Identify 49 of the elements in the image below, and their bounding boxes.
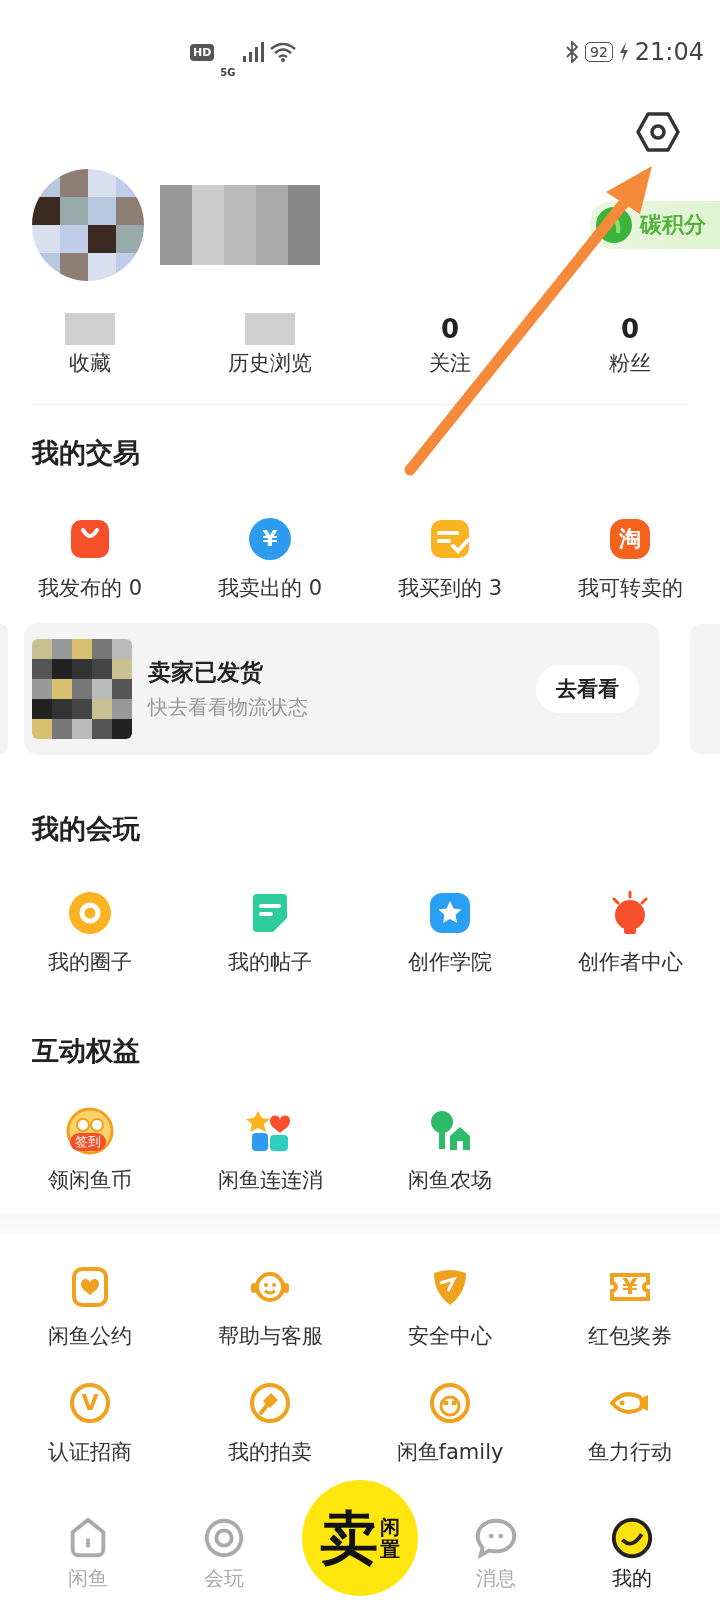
stat-label[interactable]: 收藏 xyxy=(69,349,111,377)
stat-label[interactable]: 历史浏览 xyxy=(228,349,312,377)
menu-item[interactable]: V 认证招商 xyxy=(0,1379,180,1465)
redacted-block xyxy=(65,313,115,345)
sign-in-badge: 签到 xyxy=(70,1133,106,1151)
bluetooth-icon xyxy=(565,41,579,63)
menu-item[interactable]: 闲鱼农场 xyxy=(360,1107,540,1193)
face-icon xyxy=(609,1515,655,1561)
menu-item[interactable]: 签到 领闲鱼币 xyxy=(0,1107,180,1193)
shipment-card[interactable]: 卖家已发货 快去看看物流状态 去看看 xyxy=(24,623,659,755)
stat-count: 0 xyxy=(440,313,460,345)
menu-item[interactable]: 鱼力行动 xyxy=(540,1379,720,1465)
section-title: 我的交易 xyxy=(30,436,141,470)
menu-item[interactable]: 淘 我可转卖的 xyxy=(540,515,720,601)
menu-item[interactable]: 创作者中心 xyxy=(540,889,720,975)
menu-item[interactable]: ¥ 红包奖券 xyxy=(540,1263,720,1349)
menu-item[interactable]: ¥ 我卖出的 0 xyxy=(180,515,360,601)
redacted-block xyxy=(245,313,295,345)
tab[interactable]: 我的 xyxy=(564,1515,700,1592)
view-button[interactable]: 去看看 xyxy=(536,665,639,713)
ring-icon xyxy=(66,889,114,937)
stat-count: 0 xyxy=(620,313,640,345)
section-title: 我的会玩 xyxy=(30,812,141,846)
menu-item[interactable]: 我买到的 3 xyxy=(360,515,540,601)
card-title: 卖家已发货 xyxy=(148,658,264,687)
menu-item[interactable]: 创作学院 xyxy=(360,889,540,975)
menu-item[interactable]: 安全中心 xyxy=(360,1263,540,1349)
menu-item[interactable]: 闲鱼family xyxy=(360,1379,540,1465)
card-subtitle: 快去看看物流状态 xyxy=(148,694,309,721)
clock-time: 21:04 xyxy=(634,38,704,66)
leaf-icon xyxy=(594,205,634,245)
network-label: 5G xyxy=(220,66,236,78)
signal-icon xyxy=(241,42,264,62)
coin-icon: ¥ xyxy=(246,515,294,563)
menu-item[interactable]: 我发布的 0 xyxy=(0,515,180,601)
hd-badge: HD xyxy=(190,43,215,61)
stat-label[interactable]: 关注 xyxy=(429,349,471,377)
menu-item[interactable]: 我的帖子 xyxy=(180,889,360,975)
menu-item[interactable]: 帮助与客服 xyxy=(180,1263,360,1349)
wifi-icon xyxy=(269,42,296,62)
menu-item[interactable]: 闲鱼连连消 xyxy=(180,1107,360,1193)
menu-item[interactable]: 闲鱼公约 xyxy=(0,1263,180,1349)
section-title: 互动权益 xyxy=(31,1034,141,1068)
settings-icon[interactable] xyxy=(636,110,680,154)
battery-icon: 92 xyxy=(585,42,613,62)
menu-item[interactable]: 我的圈子 xyxy=(0,889,180,975)
stat-label[interactable]: 粉丝 xyxy=(609,349,651,377)
charging-icon xyxy=(618,42,629,62)
menu-item[interactable]: 我的拍卖 xyxy=(180,1379,360,1465)
